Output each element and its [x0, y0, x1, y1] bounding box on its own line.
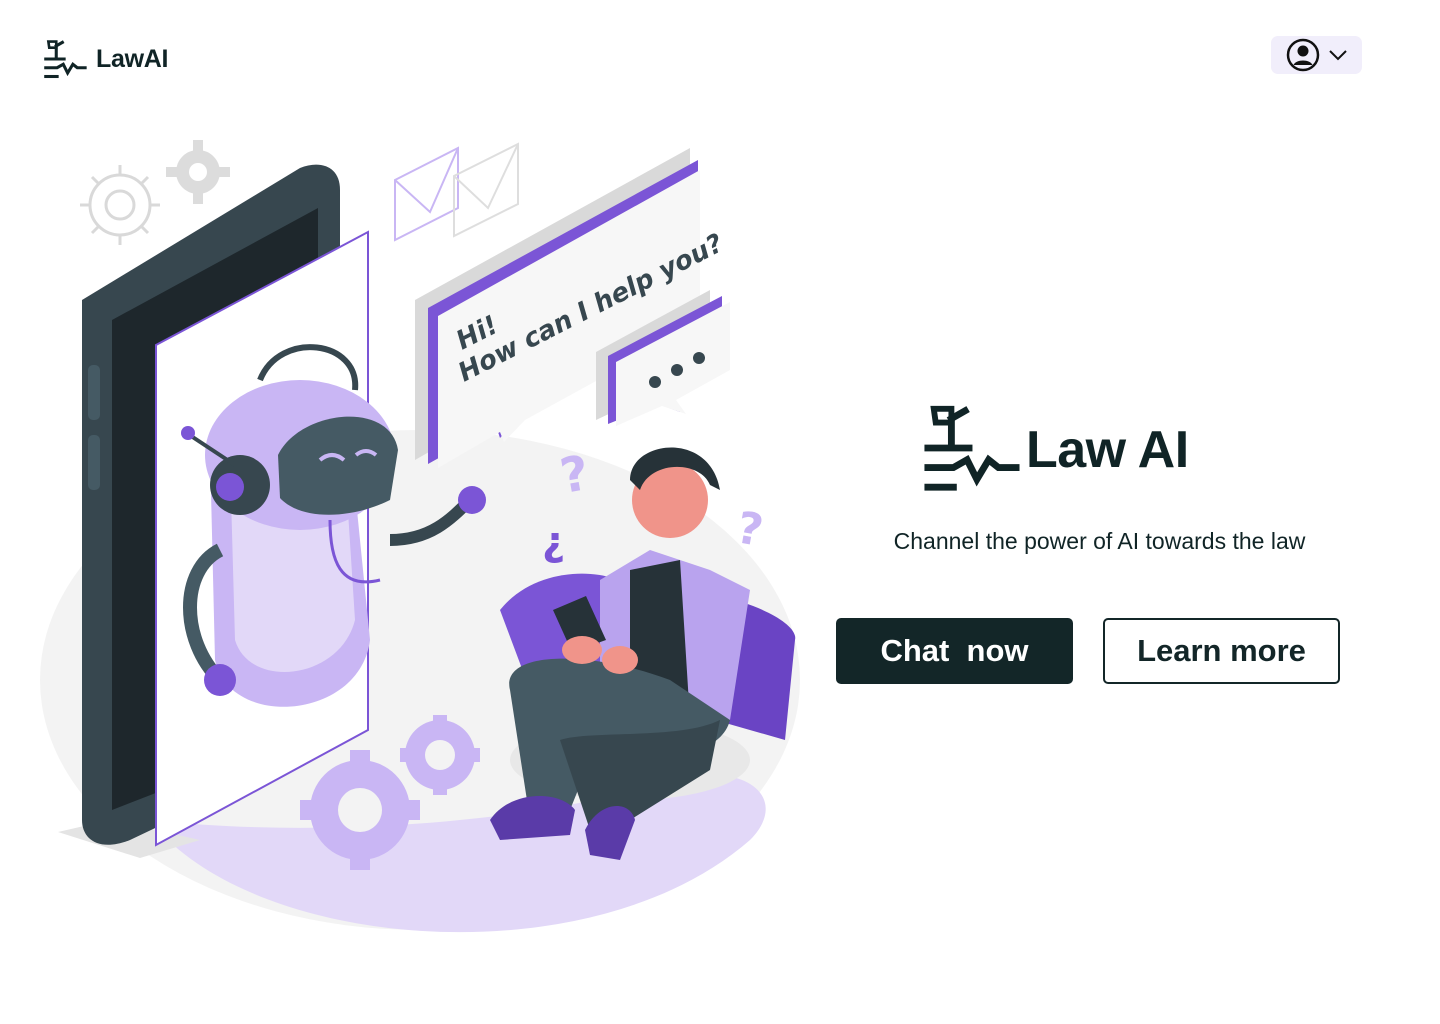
hero-logo: Law AI — [922, 400, 1189, 496]
header-logo[interactable]: LawAI — [40, 38, 168, 80]
learn-more-button[interactable]: Learn more — [1103, 618, 1340, 684]
hero-tagline: Channel the power of AI towards the law — [893, 528, 1306, 554]
sprout-pulse-icon — [44, 40, 87, 79]
envelope-icon — [394, 146, 459, 242]
account-menu-button[interactable] — [1271, 36, 1362, 74]
chatbot-illustration: Hi! How can I help you? ? ? ¿ — [40, 140, 800, 933]
envelope-icon — [453, 142, 519, 238]
gear-icon — [166, 140, 230, 204]
chevron-down-icon — [1328, 50, 1347, 61]
gear-outline-icon — [80, 165, 160, 245]
question-mark-icon: ? — [733, 502, 767, 557]
sprout-pulse-icon — [924, 405, 1020, 491]
brand-name: LawAI — [96, 44, 169, 73]
hero-brand-name: Law AI — [1026, 421, 1189, 479]
chat-now-button[interactable]: Chat now — [836, 618, 1073, 684]
inverted-question-mark-icon: ¿ — [542, 519, 565, 565]
user-circle-icon — [1286, 38, 1319, 72]
